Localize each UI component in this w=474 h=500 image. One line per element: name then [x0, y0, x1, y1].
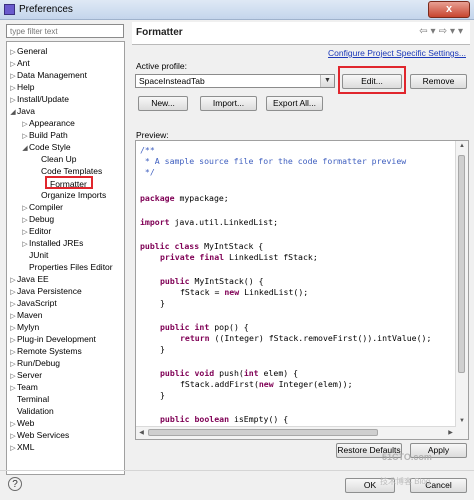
tree-item-clean-up[interactable]: Clean Up: [41, 153, 76, 165]
tree-item-ant[interactable]: ▷Ant: [9, 57, 29, 69]
filter-input[interactable]: [6, 24, 124, 38]
formatter-page: Formatter ⇦▾⇨▾▾ Configure Project Specif…: [132, 22, 470, 472]
tree-item-java-persistence[interactable]: ▷Java Persistence: [9, 285, 81, 297]
title-bar: Preferences x: [0, 0, 474, 20]
code-line: */: [140, 167, 155, 177]
tree-item-javascript[interactable]: ▷JavaScript: [9, 297, 56, 309]
preview-label: Preview:: [136, 130, 169, 140]
tree-item-java[interactable]: ◢Java: [9, 105, 35, 117]
remove-button[interactable]: Remove: [410, 74, 467, 89]
tree-item-build-path[interactable]: ▷Build Path: [21, 129, 67, 141]
import-button[interactable]: Import...: [200, 96, 257, 111]
code-line: public boolean isEmpty() {: [160, 414, 289, 424]
page-title: Formatter: [136, 27, 183, 38]
formatter-highlight-box: [45, 176, 93, 189]
code-line: }: [160, 344, 165, 354]
scroll-left-icon[interactable]: ◀: [136, 427, 147, 439]
code-line: public class MyIntStack {: [140, 241, 264, 251]
code-line: public int pop() {: [160, 322, 249, 332]
scroll-right-icon[interactable]: ▶: [445, 427, 456, 439]
tree-item-installed-jres[interactable]: ▷Installed JREs: [21, 237, 83, 249]
tree-item-junit[interactable]: JUnit: [29, 249, 48, 261]
horizontal-scrollbar[interactable]: ◀ ▶: [136, 426, 456, 439]
code-line: return ((Integer) fStack.removeFirst()).…: [180, 333, 432, 343]
horizontal-scroll-thumb[interactable]: [148, 429, 378, 436]
tree-item-appearance[interactable]: ▷Appearance: [21, 117, 75, 129]
new-button[interactable]: New...: [138, 96, 188, 111]
tree-item-debug[interactable]: ▷Debug: [21, 213, 54, 225]
tree-item-server[interactable]: ▷Server: [9, 369, 42, 381]
active-profile-label: Active profile:: [136, 61, 188, 71]
code-line: /**: [140, 145, 155, 155]
expand-arrow-icon[interactable]: ▷: [21, 239, 29, 251]
code-line: private final LinkedList fStack;: [160, 252, 318, 262]
dropdown-arrow-icon[interactable]: ▼: [320, 75, 334, 87]
code-line: public void push(int elem) {: [160, 368, 299, 378]
code-line: import java.util.LinkedList;: [140, 217, 279, 227]
tree-item-team[interactable]: ▷Team: [9, 381, 38, 393]
preferences-navigation: ▷General ▷Ant ▷Data Management ▷Help ▷In…: [6, 24, 125, 475]
scroll-up-icon[interactable]: ▲: [456, 141, 468, 152]
edit-highlight-box: [338, 66, 406, 94]
tree-item-code-style[interactable]: ◢Code Style: [21, 141, 70, 155]
code-line: * A sample source file for the code form…: [140, 156, 407, 166]
watermark-site: 51CTO.com: [382, 452, 432, 462]
help-icon[interactable]: ?: [8, 477, 22, 491]
navigation-arrows-icon[interactable]: ⇦▾⇨▾▾: [419, 26, 466, 37]
preferences-tree: ▷General ▷Ant ▷Data Management ▷Help ▷In…: [6, 41, 125, 475]
tree-item-general[interactable]: ▷General: [9, 45, 47, 57]
close-button[interactable]: x: [428, 1, 470, 18]
tree-item-terminal[interactable]: Terminal: [17, 393, 49, 405]
tree-item-maven[interactable]: ▷Maven: [9, 309, 42, 321]
expand-arrow-icon[interactable]: ▷: [9, 443, 17, 455]
tree-item-properties-files-editor[interactable]: Properties Files Editor: [29, 261, 113, 273]
code-line: }: [160, 390, 165, 400]
vertical-scrollbar[interactable]: ▲ ▼: [455, 141, 468, 439]
code-line: public MyIntStack() {: [160, 276, 264, 286]
code-line: package mypackage;: [140, 193, 229, 203]
export-all-button[interactable]: Export All...: [266, 96, 323, 111]
tree-item-help[interactable]: ▷Help: [9, 81, 34, 93]
tree-item-web[interactable]: ▷Web: [9, 417, 34, 429]
configure-project-specific-settings-link[interactable]: Configure Project Specific Settings...: [328, 48, 466, 58]
tree-item-install-update[interactable]: ▷Install/Update: [9, 93, 69, 105]
code-line: }: [160, 298, 165, 308]
tree-item-remote-systems[interactable]: ▷Remote Systems: [9, 345, 81, 357]
code-line: fStack = new LinkedList();: [180, 287, 309, 297]
tree-item-mylyn[interactable]: ▷Mylyn: [9, 321, 39, 333]
tree-item-java-ee[interactable]: ▷Java EE: [9, 273, 48, 285]
active-profile-select[interactable]: SpaceInsteadTab ▼: [135, 74, 335, 88]
vertical-scroll-thumb[interactable]: [458, 155, 465, 373]
scroll-down-icon[interactable]: ▼: [456, 416, 468, 427]
code-line: fStack.addFirst(new Integer(elem));: [180, 379, 353, 389]
tree-item-xml[interactable]: ▷XML: [9, 441, 34, 453]
tree-item-compiler[interactable]: ▷Compiler: [21, 201, 63, 213]
tree-item-web-services[interactable]: ▷Web Services: [9, 429, 69, 441]
tree-item-validation[interactable]: Validation: [17, 405, 54, 417]
collapse-arrow-icon[interactable]: ◢: [21, 143, 29, 155]
page-header: Formatter ⇦▾⇨▾▾: [132, 22, 470, 45]
window-title: Preferences: [19, 4, 73, 15]
tree-item-editor[interactable]: ▷Editor: [21, 225, 51, 237]
tree-item-data-management[interactable]: ▷Data Management: [9, 69, 87, 81]
active-profile-value: SpaceInsteadTab: [139, 76, 205, 86]
app-icon: [4, 4, 15, 15]
tree-item-plugin-development[interactable]: ▷Plug-in Development: [9, 333, 96, 345]
tree-item-organize-imports[interactable]: Organize Imports: [41, 189, 106, 201]
expand-arrow-icon[interactable]: ▷: [9, 383, 17, 395]
collapse-arrow-icon[interactable]: ◢: [9, 107, 17, 119]
tree-item-run-debug[interactable]: ▷Run/Debug: [9, 357, 60, 369]
watermark-text: 技术博客 Blog: [380, 477, 431, 486]
code-preview[interactable]: /** * A sample source file for the code …: [135, 140, 469, 440]
